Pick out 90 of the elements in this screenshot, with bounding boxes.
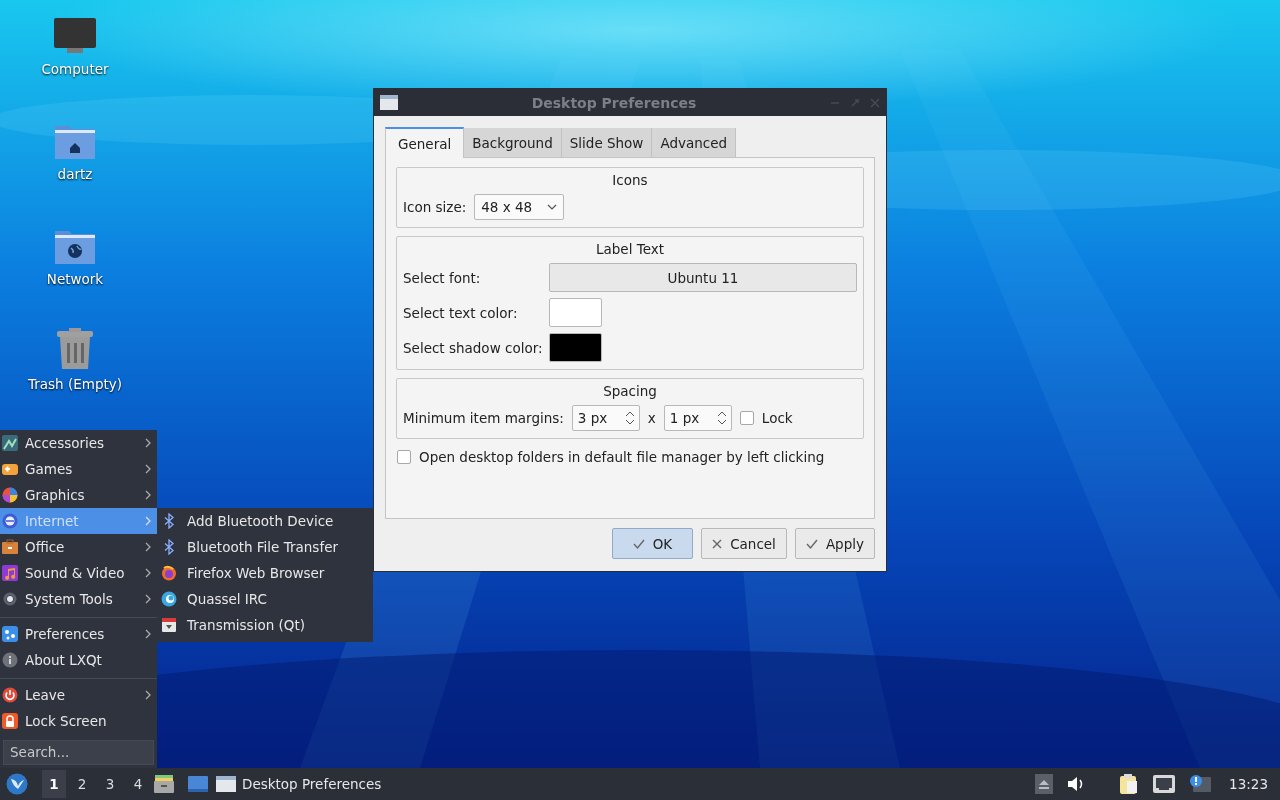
menu-item[interactable]: Games: [0, 456, 157, 482]
workspace-button[interactable]: 3: [98, 770, 122, 798]
checkbox-label: Lock: [761, 410, 793, 426]
notification-icon[interactable]: [1189, 774, 1212, 794]
chevron-down-icon: [547, 204, 558, 210]
desktop-icon-label[interactable]: Network: [46, 271, 104, 287]
gear-icon: [2, 591, 18, 607]
dialog-button[interactable]: OK: [611, 528, 694, 559]
menu-item[interactable]: Graphics: [0, 482, 157, 508]
info-icon: [2, 651, 18, 668]
chevron-right-icon: [145, 438, 151, 448]
menu-item[interactable]: Bluetooth File Transfer: [157, 534, 373, 560]
browser-icon: [161, 565, 177, 581]
network-port-icon[interactable]: [1153, 775, 1176, 793]
tab[interactable]: General: [385, 127, 465, 158]
checkbox[interactable]: [739, 411, 754, 425]
search-field[interactable]: Search...: [3, 739, 154, 765]
chevron-right-icon: [145, 568, 151, 578]
group-title: Spacing: [603, 383, 657, 399]
clipboard-icon[interactable]: [1119, 773, 1140, 795]
menu-item[interactable]: Transmission (Qt): [157, 612, 373, 638]
workspace-button[interactable]: 4: [126, 770, 150, 798]
dropdown[interactable]: 48 x 48: [474, 194, 565, 220]
menu-item[interactable]: About LXQt: [0, 646, 157, 673]
trash-icon: [56, 328, 94, 370]
field-label: Icon size:: [403, 199, 467, 215]
menu-item[interactable]: Preferences: [0, 620, 157, 647]
color-wheel-icon: [2, 487, 18, 503]
times-sign: x: [647, 410, 656, 426]
close-icon: [712, 538, 723, 549]
settings-icon: [2, 625, 18, 642]
file-cabinet-icon[interactable]: [154, 775, 174, 793]
field-label: Select shadow color:: [403, 339, 541, 356]
bluetooth-icon: [164, 539, 174, 555]
window-icon: [380, 95, 398, 110]
menu-item[interactable]: Sound & Video: [0, 560, 157, 586]
menu-item[interactable]: Firefox Web Browser: [157, 560, 373, 586]
tab[interactable]: Advanced: [652, 128, 737, 157]
group-title: Icons: [612, 172, 648, 188]
chat-icon: [161, 591, 177, 607]
spin-box[interactable]: 3 px: [571, 405, 640, 431]
chevron-right-icon: [145, 628, 151, 639]
field-label: Select font:: [403, 269, 482, 286]
menu-item[interactable]: Office: [0, 534, 157, 560]
desktop-icon-label[interactable]: Trash (Empty): [27, 376, 122, 392]
check-icon: [632, 537, 645, 550]
chevron-right-icon: [145, 490, 151, 500]
window-icon: [216, 776, 236, 792]
spin-box[interactable]: 1 px: [663, 405, 732, 431]
field-label: Minimum item margins:: [403, 410, 564, 426]
eject-icon[interactable]: [1035, 774, 1054, 794]
briefcase-icon: [2, 539, 18, 555]
paint-tools-icon: [2, 435, 18, 451]
bluetooth-icon: [164, 513, 174, 529]
download-box-icon: [161, 617, 177, 633]
check-icon: [805, 537, 818, 550]
lock-icon: [2, 712, 18, 729]
globe-icon: [2, 513, 18, 529]
window-title: Desktop Preferences: [530, 94, 698, 111]
gamepad-icon: [2, 461, 18, 477]
clock[interactable]: 13:23: [1229, 776, 1268, 792]
start-menu-icon[interactable]: [6, 773, 28, 795]
font-button[interactable]: Ubuntu 11: [549, 263, 857, 292]
workspace-button[interactable]: 1: [42, 770, 66, 798]
checkbox[interactable]: [397, 450, 411, 464]
power-icon: [2, 686, 18, 703]
monitor-icon: [53, 17, 97, 55]
dialog-button[interactable]: Apply: [794, 528, 875, 559]
tab[interactable]: Background: [464, 128, 562, 157]
menu-item[interactable]: System Tools: [0, 586, 157, 612]
taskbar-task[interactable]: Desktop Preferences: [212, 770, 386, 798]
dialog-button[interactable]: Cancel: [701, 528, 787, 559]
menu-item[interactable]: Leave: [0, 681, 157, 708]
chevron-right-icon: [145, 542, 151, 552]
field-label: Select text color:: [403, 304, 519, 321]
chevron-right-icon: [145, 689, 151, 700]
color-swatch[interactable]: [549, 298, 602, 327]
menu-item[interactable]: Quassel IRC: [157, 586, 373, 612]
chevron-right-icon: [145, 516, 151, 526]
menu-item[interactable]: Accessories: [0, 430, 157, 456]
tab[interactable]: Slide Show: [561, 128, 653, 157]
menu-item[interactable]: Lock Screen: [0, 707, 157, 734]
chevron-right-icon: [145, 464, 151, 474]
workspace-button[interactable]: 2: [70, 770, 94, 798]
menu-item[interactable]: Add Bluetooth Device: [157, 508, 373, 534]
color-swatch[interactable]: [549, 333, 602, 362]
checkbox-label: Open desktop folders in default file manager by left clicking: [419, 449, 825, 465]
chevron-right-icon: [145, 594, 151, 604]
group-title: Label Text: [596, 241, 664, 257]
media-icon: [2, 565, 18, 581]
